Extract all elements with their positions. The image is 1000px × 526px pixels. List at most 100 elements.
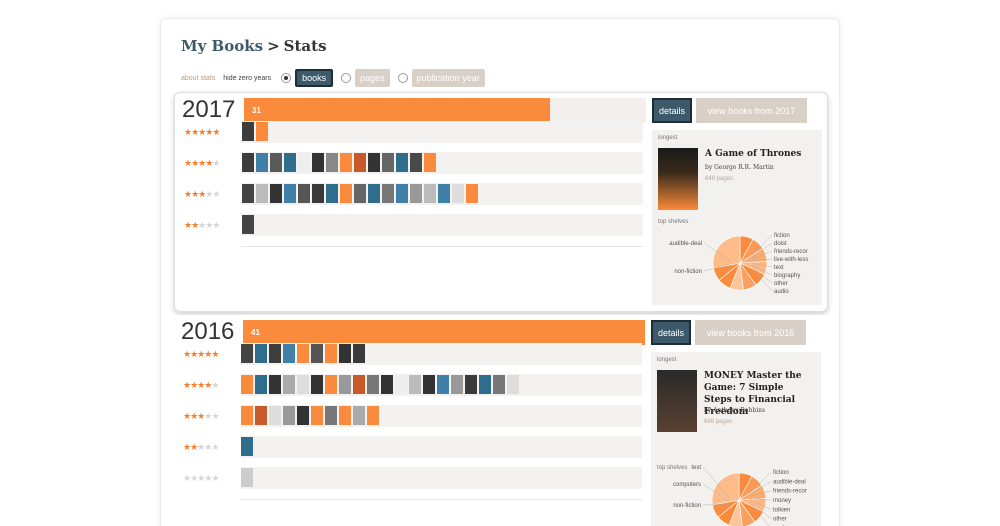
pie-label: other: [774, 281, 788, 287]
book-cover[interactable]: [382, 153, 394, 172]
pages-radio[interactable]: [341, 73, 352, 83]
book-cover[interactable]: [395, 375, 407, 394]
book-cover[interactable]: [353, 375, 365, 394]
book-cover[interactable]: [241, 406, 253, 425]
publication-year-toggle[interactable]: publication year: [411, 69, 485, 87]
book-cover[interactable]: [340, 184, 352, 203]
book-cover[interactable]: [339, 406, 351, 425]
book-cover[interactable]: [298, 184, 310, 203]
book-cover[interactable]: [368, 184, 380, 203]
book-cover[interactable]: [242, 153, 254, 172]
pie-label: text: [774, 265, 784, 271]
book-cover[interactable]: [297, 344, 309, 363]
book-cover[interactable]: [242, 122, 254, 141]
book-cover[interactable]: [451, 375, 463, 394]
book-cover[interactable]: [354, 184, 366, 203]
book-cover[interactable]: [326, 184, 338, 203]
book-cover[interactable]: [256, 153, 268, 172]
book-cover[interactable]: [269, 375, 281, 394]
book-cover[interactable]: [311, 344, 323, 363]
book-cover[interactable]: [410, 184, 422, 203]
book-cover[interactable]: [409, 375, 421, 394]
book-cover[interactable]: [241, 344, 253, 363]
books-toggle[interactable]: books: [295, 69, 334, 87]
book-cover[interactable]: [339, 344, 351, 363]
book-cover[interactable]: [284, 184, 296, 203]
year-count-bar[interactable]: 41: [243, 320, 645, 345]
book-cover[interactable]: [269, 344, 281, 363]
book-cover[interactable]: [325, 375, 337, 394]
pie-label: biography: [774, 273, 800, 279]
book-cover[interactable]: [466, 184, 478, 203]
book-cover[interactable]: [297, 406, 309, 425]
star-rating: ★★★★★: [184, 158, 220, 169]
hide-zero-years-link[interactable]: hide zero years: [223, 75, 271, 82]
book-cover[interactable]: [255, 406, 267, 425]
book-cover[interactable]: [340, 153, 352, 172]
book-cover[interactable]: [354, 153, 366, 172]
details-button[interactable]: details: [651, 320, 692, 345]
book-cover[interactable]: [339, 375, 351, 394]
book-cover[interactable]: [256, 122, 268, 141]
book-cover[interactable]: [255, 375, 267, 394]
book-cover[interactable]: [424, 184, 436, 203]
book-cover[interactable]: [396, 153, 408, 172]
book-cover[interactable]: [283, 344, 295, 363]
book-cover[interactable]: [479, 375, 491, 394]
book-cover[interactable]: [367, 406, 379, 425]
book-cover[interactable]: [241, 437, 253, 456]
book-cover[interactable]: [438, 184, 450, 203]
book-cover[interactable]: [410, 153, 422, 172]
details-button[interactable]: details: [652, 98, 693, 123]
book-cover[interactable]: [241, 468, 253, 487]
book-cover[interactable]: [256, 184, 268, 203]
book-cover[interactable]: [507, 375, 519, 394]
view-books-button[interactable]: view books from 2016: [695, 320, 806, 345]
pages-toggle[interactable]: pages: [355, 69, 390, 87]
publication-year-radio[interactable]: [397, 73, 408, 83]
book-cover[interactable]: [298, 153, 310, 172]
book-cover[interactable]: [269, 406, 281, 425]
pie-label: tolkien: [773, 507, 790, 513]
my-books-link[interactable]: My Books: [181, 37, 263, 55]
book-cover[interactable]: [325, 406, 337, 425]
book-cover[interactable]: [270, 184, 282, 203]
books-radio[interactable]: [281, 73, 292, 83]
book-cover[interactable]: [255, 344, 267, 363]
book-cover[interactable]: [312, 153, 324, 172]
pie-slice[interactable]: [711, 472, 740, 506]
book-cover[interactable]: [312, 184, 324, 203]
book-cover[interactable]: [353, 406, 365, 425]
book-cover[interactable]: [270, 153, 282, 172]
book-cover[interactable]: [382, 184, 394, 203]
book-covers: [241, 437, 253, 456]
about-stats-link[interactable]: about stats: [181, 75, 215, 82]
top-shelves-pie: fiction doist friends-recor live-with-less t…: [669, 233, 808, 295]
year-count-bar[interactable]: 31: [244, 98, 646, 123]
book-cover[interactable]: [396, 184, 408, 203]
view-books-button[interactable]: view books from 2017: [696, 98, 807, 123]
book-cover[interactable]: [311, 406, 323, 425]
book-cover[interactable]: [424, 153, 436, 172]
book-cover[interactable]: [325, 344, 337, 363]
book-cover[interactable]: [297, 375, 309, 394]
book-cover[interactable]: [242, 184, 254, 203]
book-cover[interactable]: [452, 184, 464, 203]
book-cover[interactable]: [326, 153, 338, 172]
book-cover[interactable]: [493, 375, 505, 394]
book-cover[interactable]: [311, 375, 323, 394]
book-cover[interactable]: [241, 375, 253, 394]
year-label: 2016: [181, 318, 235, 345]
book-cover[interactable]: [465, 375, 477, 394]
book-cover[interactable]: [381, 375, 393, 394]
pie-label: non-fiction: [674, 269, 702, 275]
book-cover[interactable]: [367, 375, 379, 394]
book-cover[interactable]: [242, 215, 254, 234]
book-cover[interactable]: [437, 375, 449, 394]
book-cover[interactable]: [283, 406, 295, 425]
book-cover[interactable]: [368, 153, 380, 172]
book-cover[interactable]: [423, 375, 435, 394]
book-cover[interactable]: [283, 375, 295, 394]
book-cover[interactable]: [353, 344, 365, 363]
book-cover[interactable]: [284, 153, 296, 172]
